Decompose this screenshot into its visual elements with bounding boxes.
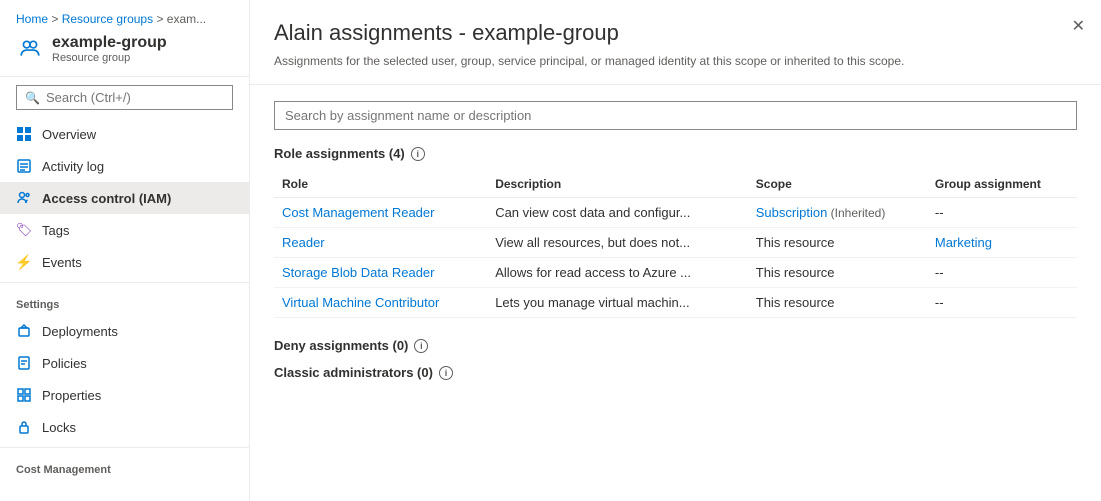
settings-section-label: Settings [0, 287, 249, 315]
deny-assignments-info-icon[interactable]: i [414, 339, 428, 353]
role-assignments-header: Role assignments (4) i [274, 146, 1077, 161]
main-panel: ✕ Alain assignments - example-group Assi… [250, 0, 1101, 501]
sidebar-item-properties[interactable]: Properties [0, 379, 249, 411]
sidebar-item-activity-log[interactable]: Activity log [0, 150, 249, 182]
sidebar-item-label-activity-log: Activity log [42, 159, 104, 174]
sidebar-search-container[interactable]: 🔍 [16, 85, 233, 110]
table-row: Reader View all resources, but does not..… [274, 228, 1077, 258]
sidebar-item-label-locks: Locks [42, 420, 76, 435]
scope-link[interactable]: Subscription [756, 205, 828, 220]
role-assignments-table: Role Description Scope Group assignment … [274, 171, 1077, 318]
sidebar-item-access-control[interactable]: Access control (IAM) [0, 182, 249, 214]
deny-assignments-section: Deny assignments (0) i [274, 338, 1077, 353]
group-assignment-cell: Marketing [927, 228, 1077, 258]
table-row: Virtual Machine Contributor Lets you mana… [274, 288, 1077, 318]
inherited-label: (Inherited) [827, 206, 885, 220]
classic-admin-info-icon[interactable]: i [439, 366, 453, 380]
sidebar: Home > Resource groups > exam... example… [0, 0, 250, 501]
tags-icon: 🏷 [16, 222, 32, 238]
scope-cell: This resource [748, 258, 927, 288]
role-assignments-info-icon[interactable]: i [411, 147, 425, 161]
col-header-description: Description [487, 171, 748, 198]
sidebar-item-label-policies: Policies [42, 356, 87, 371]
panel-header: Alain assignments - example-group Assign… [250, 0, 1101, 85]
group-assignment-cell: -- [927, 258, 1077, 288]
sidebar-item-label-deployments: Deployments [42, 324, 118, 339]
group-assignment-cell: -- [927, 198, 1077, 228]
panel-title: Alain assignments - example-group [274, 20, 1077, 46]
sidebar-item-label-properties: Properties [42, 388, 101, 403]
sidebar-item-deployments[interactable]: Deployments [0, 315, 249, 347]
settings-nav: Deployments Policies Properties Locks [0, 315, 249, 443]
sidebar-nav: Overview Activity log Access contro [0, 118, 249, 278]
policies-icon [16, 355, 32, 371]
deny-assignments-label: Deny assignments (0) [274, 338, 408, 353]
sidebar-header: Home > Resource groups > exam... example… [0, 0, 249, 77]
classic-administrators-label: Classic administrators (0) [274, 365, 433, 380]
resource-group-icon [16, 35, 44, 63]
sidebar-item-label-overview: Overview [42, 127, 96, 142]
table-header-row: Role Description Scope Group assignment [274, 171, 1077, 198]
col-header-group-assignment: Group assignment [927, 171, 1077, 198]
breadcrumb-current: exam... [167, 12, 206, 26]
panel-description: Assignments for the selected user, group… [274, 54, 1054, 68]
scope-cell: This resource [748, 288, 927, 318]
role-link[interactable]: Reader [282, 235, 325, 250]
locks-icon [16, 419, 32, 435]
role-assignments-label: Role assignments (4) [274, 146, 405, 161]
group-assignment-link[interactable]: Marketing [935, 235, 992, 250]
close-button[interactable]: ✕ [1072, 16, 1085, 36]
sidebar-item-locks[interactable]: Locks [0, 411, 249, 443]
properties-icon [16, 387, 32, 403]
description-cell: Lets you manage virtual machin... [487, 288, 748, 318]
panel-body: Role assignments (4) i Role Description … [250, 85, 1101, 408]
breadcrumb: Home > Resource groups > exam... [16, 12, 233, 26]
breadcrumb-sep1: > [51, 12, 61, 26]
sidebar-item-events[interactable]: ⚡ Events [0, 246, 249, 278]
sidebar-item-label-access-control: Access control (IAM) [42, 191, 171, 206]
resource-info: example-group Resource group [52, 34, 167, 64]
role-link[interactable]: Virtual Machine Contributor [282, 295, 439, 310]
sidebar-item-label-events: Events [42, 255, 82, 270]
classic-administrators-section: Classic administrators (0) i [274, 365, 1077, 380]
col-header-scope: Scope [748, 171, 927, 198]
role-link[interactable]: Storage Blob Data Reader [282, 265, 434, 280]
scope-cell: Subscription (Inherited) [748, 198, 927, 228]
assignment-search-input[interactable] [274, 101, 1077, 130]
description-cell: Allows for read access to Azure ... [487, 258, 748, 288]
description-cell: Can view cost data and configur... [487, 198, 748, 228]
access-control-icon [16, 190, 32, 206]
activity-log-icon [16, 158, 32, 174]
resource-type: Resource group [52, 52, 167, 64]
search-icon: 🔍 [25, 91, 40, 105]
breadcrumb-home[interactable]: Home [16, 12, 48, 26]
sidebar-search-input[interactable] [46, 90, 224, 105]
resource-title: example-group Resource group [16, 34, 233, 64]
sidebar-item-overview[interactable]: Overview [0, 118, 249, 150]
table-row: Storage Blob Data Reader Allows for read … [274, 258, 1077, 288]
events-icon: ⚡ [16, 254, 32, 270]
table-row: Cost Management Reader Can view cost data… [274, 198, 1077, 228]
scope-cell: This resource [748, 228, 927, 258]
group-assignment-cell: -- [927, 288, 1077, 318]
sidebar-item-tags[interactable]: 🏷 Tags [0, 214, 249, 246]
resource-name: example-group [52, 34, 167, 52]
role-link[interactable]: Cost Management Reader [282, 205, 434, 220]
sidebar-item-label-tags: Tags [42, 223, 69, 238]
breadcrumb-resource-groups[interactable]: Resource groups [62, 12, 153, 26]
breadcrumb-sep2: > [156, 12, 166, 26]
col-header-role: Role [274, 171, 487, 198]
sidebar-item-policies[interactable]: Policies [0, 347, 249, 379]
overview-icon [16, 126, 32, 142]
description-cell: View all resources, but does not... [487, 228, 748, 258]
deployments-icon [16, 323, 32, 339]
cost-management-label: Cost Management [0, 452, 249, 480]
